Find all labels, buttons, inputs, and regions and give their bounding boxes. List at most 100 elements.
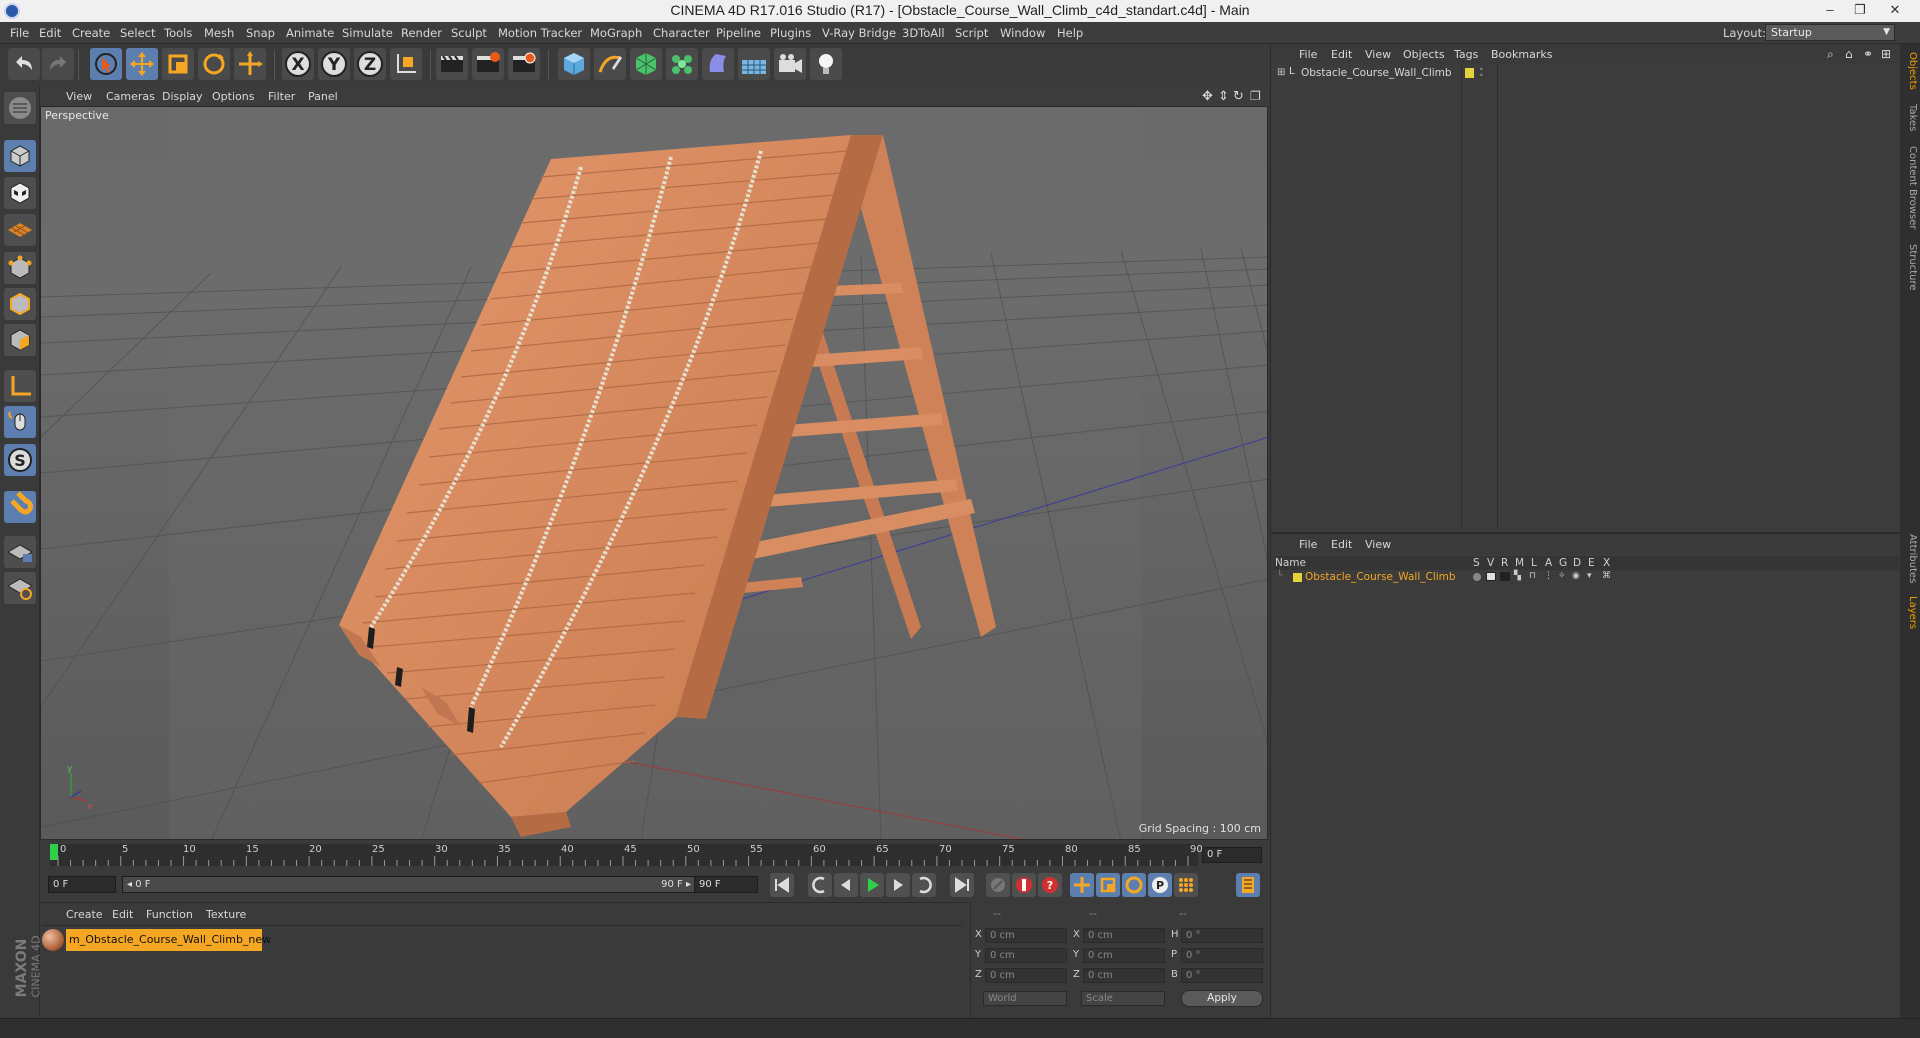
viewport-menu-display[interactable]: Display (162, 90, 203, 103)
manager-icon[interactable]: ▚ (1514, 571, 1521, 581)
points-mode-icon[interactable] (4, 252, 36, 284)
object-row[interactable]: ⊞ L Obstacle_Course_Wall_Climb • • (1271, 66, 1901, 82)
material-name-label[interactable]: m_Obstacle_Course_Wall_Climb_new (66, 929, 271, 951)
viewport-rotate-icon[interactable]: ↻ (1233, 89, 1244, 104)
floor-icon[interactable] (738, 48, 770, 80)
objects-menu-view[interactable]: View (1365, 48, 1391, 61)
layer-row[interactable]: └ Obstacle_Course_Wall_Climb ▚ ⊓ ⋮ ✧ ◉ ▾… (1273, 571, 1899, 585)
viewport-menu-filter[interactable]: Filter (268, 90, 295, 103)
next-key-icon[interactable] (912, 873, 936, 897)
viewport-menu-options[interactable]: Options (212, 90, 254, 103)
render-view-icon[interactable] (436, 48, 468, 80)
search-icon[interactable]: ⌕ (1827, 47, 1834, 62)
menu-window[interactable]: Window (1000, 26, 1045, 40)
menu-animate[interactable]: Animate (286, 26, 334, 40)
tab-takes[interactable]: Takes (1902, 104, 1918, 131)
render-picture-viewer-icon[interactable] (472, 48, 504, 80)
tab-structure[interactable]: Structure (1902, 244, 1918, 291)
deformers-icon[interactable]: ◉ (1572, 571, 1580, 581)
size-z-field[interactable]: 0 cm (1083, 968, 1165, 983)
snap-icon[interactable]: S (4, 444, 36, 476)
tab-objects[interactable]: Objects (1902, 52, 1918, 90)
expand-icon[interactable]: ⊞ (1277, 67, 1285, 78)
model-mode-icon[interactable] (4, 140, 36, 172)
visibility-dots-icon[interactable]: • • (1479, 66, 1484, 80)
layer-color-swatch[interactable] (1293, 573, 1302, 582)
workplane-mode-icon[interactable] (4, 214, 36, 246)
key-pla-icon[interactable] (1174, 873, 1198, 897)
minimize-button[interactable]: – (1815, 0, 1845, 22)
key-scale-icon[interactable] (1096, 873, 1120, 897)
key-move-icon[interactable] (1070, 873, 1094, 897)
coordinate-system-icon[interactable] (390, 48, 422, 80)
objects-menu-bookmarks[interactable]: Bookmarks (1491, 48, 1552, 61)
link-icon[interactable]: ⚭ (1863, 47, 1873, 61)
next-frame-icon[interactable] (886, 873, 910, 897)
layers-menu-edit[interactable]: Edit (1331, 538, 1352, 551)
menu-pipeline[interactable]: Pipeline (716, 26, 761, 40)
position-x-field[interactable]: 0 cm (985, 928, 1067, 943)
timeline-window-icon[interactable] (1236, 873, 1260, 897)
objects-menu-file[interactable]: File (1299, 48, 1317, 61)
menu-snap[interactable]: Snap (246, 26, 275, 40)
lock-icon[interactable]: ⊓ (1529, 571, 1536, 581)
objects-menu-objects[interactable]: Objects (1403, 48, 1445, 61)
key-parameter-icon[interactable]: P (1148, 873, 1172, 897)
rotate-icon[interactable] (198, 48, 230, 80)
viewport-menu-panel[interactable]: Panel (308, 90, 338, 103)
object-name[interactable]: Obstacle_Course_Wall_Climb (1301, 67, 1452, 79)
menu-tools[interactable]: Tools (164, 26, 192, 40)
play-icon[interactable] (860, 873, 884, 897)
move-icon[interactable] (126, 48, 158, 80)
camera-icon[interactable] (774, 48, 806, 80)
polygons-mode-icon[interactable] (4, 324, 36, 356)
subdivision-surface-icon[interactable] (630, 48, 662, 80)
go-to-start-icon[interactable] (770, 873, 794, 897)
scale-icon[interactable] (162, 48, 194, 80)
solo-icon[interactable] (1473, 573, 1481, 581)
rotation-b-field[interactable]: 0 ° (1181, 968, 1263, 983)
layer-color-tag[interactable] (1465, 68, 1474, 78)
menu-create[interactable]: Create (72, 26, 110, 40)
go-to-end-icon[interactable] (950, 873, 974, 897)
key-rotate-icon[interactable] (1122, 873, 1146, 897)
menu-motion-tracker[interactable]: Motion Tracker (498, 26, 582, 40)
texture-mode-icon[interactable] (4, 177, 36, 209)
new-window-icon[interactable]: ⊞ (1881, 47, 1891, 61)
enable-axis-icon[interactable] (4, 370, 36, 402)
menu-simulate[interactable]: Simulate (342, 26, 393, 40)
material-menu-create[interactable]: Create (66, 908, 103, 921)
objects-menu-tags[interactable]: Tags (1454, 48, 1478, 61)
preview-range-slider[interactable]: ◂ 0 F 90 F ▸ (122, 876, 696, 893)
locked-workplane-icon[interactable] (4, 536, 36, 568)
layers-menu-file[interactable]: File (1299, 538, 1317, 551)
planar-workplane-icon[interactable] (4, 572, 36, 604)
view-icon[interactable] (1486, 572, 1496, 581)
menu-vray-bridge[interactable]: V-Ray Bridge (822, 26, 896, 40)
menu-3dtoall[interactable]: 3DToAll (902, 26, 945, 40)
magnet-icon[interactable] (4, 491, 36, 523)
size-y-field[interactable]: 0 cm (1083, 948, 1165, 963)
coordinate-mode-select[interactable]: World (983, 991, 1067, 1006)
perspective-viewport[interactable]: y x Perspective Grid Spacing : 100 cm (40, 106, 1268, 840)
menu-mograph[interactable]: MoGraph (590, 26, 642, 40)
redo-icon[interactable] (42, 48, 74, 80)
previous-frame-icon[interactable] (834, 873, 858, 897)
menu-character[interactable]: Character (653, 26, 710, 40)
material-menu-edit[interactable]: Edit (112, 908, 133, 921)
close-button[interactable]: ✕ (1880, 0, 1910, 22)
record-position-icon[interactable] (986, 873, 1010, 897)
rotation-h-field[interactable]: 0 ° (1181, 928, 1263, 943)
x-axis-icon[interactable]: X (282, 48, 314, 80)
autokey-icon[interactable]: ? (1038, 873, 1062, 897)
z-axis-icon[interactable]: Z (354, 48, 386, 80)
render-icon[interactable] (1500, 572, 1510, 581)
render-settings-icon[interactable] (508, 48, 540, 80)
expressions-icon[interactable]: ▾ (1587, 571, 1592, 581)
current-frame-field[interactable]: 0 F (1202, 847, 1262, 863)
home-icon[interactable]: ⌂ (1845, 47, 1853, 61)
edges-mode-icon[interactable] (4, 288, 36, 320)
menu-script[interactable]: Script (955, 26, 988, 40)
viewport-menu-view[interactable]: View (66, 90, 92, 103)
previous-key-icon[interactable] (808, 873, 832, 897)
